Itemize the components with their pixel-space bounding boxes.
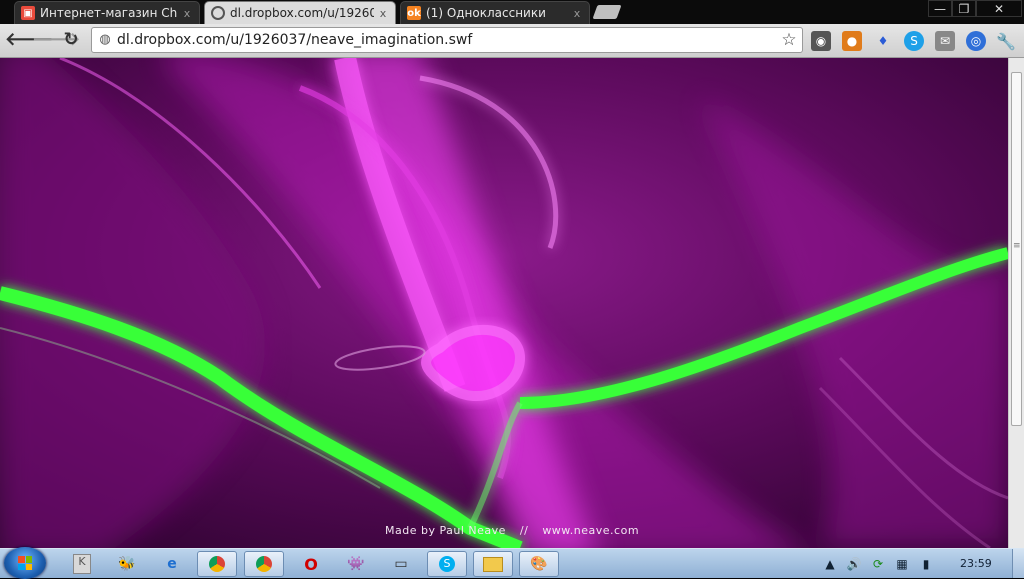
tab-title: dl.dropbox.com/u/1926037 [230,6,374,20]
back-button[interactable]: 🡐 [5,29,53,51]
tab-odnoklassniki[interactable]: ok (1) Одноклассники x [400,1,590,24]
paint-icon[interactable]: 🎨 [519,551,559,577]
flash-content[interactable]: Made by Paul Neave // www.neave.com [0,58,1008,548]
tab-title: Интернет-магазин Chrome [40,6,178,20]
loading-spinner-icon [211,6,225,20]
clock[interactable]: 23:59 [960,557,992,570]
start-button[interactable] [4,547,46,579]
address-bar-url[interactable]: dl.dropbox.com/u/1926037/neave_imaginati… [117,32,780,48]
pinned-app-icon[interactable]: 🐝 [107,551,147,577]
reload-button[interactable]: ↻ [60,29,82,51]
address-bar[interactable]: ◍ dl.dropbox.com/u/1926037/neave_imagina… [91,27,803,53]
windows-taskbar: K 🐝 e O 👾 ▭ S 🎨 ▲ 🔊 ⟳ ▦ ▮ 23:59 [0,547,1024,579]
new-tab-button[interactable] [592,5,622,19]
credit-site-link[interactable]: www.neave.com [542,524,639,537]
windows-logo-icon [18,556,32,570]
network-icon[interactable]: ▦ [894,556,910,572]
page-info-icon: ◍ [99,32,111,47]
window-icon[interactable]: ▭ [381,551,421,577]
microphone-icon[interactable]: ● [842,31,862,51]
internet-explorer-icon[interactable]: e [152,551,192,577]
game-icon[interactable]: 👾 [336,551,376,577]
close-window-button[interactable]: ✕ [976,0,1022,17]
wrench-icon[interactable]: 🔧 [996,31,1016,51]
browser-toolbar: 🡐 🡒 ↻ ◍ dl.dropbox.com/u/1926037/neave_i… [0,24,1024,58]
tab-chrome-web-store[interactable]: ▣ Интернет-магазин Chrome x [14,1,200,24]
chrome-web-store-icon: ▣ [21,6,35,20]
neave-imagination-visual[interactable] [0,58,1008,548]
chrome-icon[interactable] [197,551,237,577]
camera-icon[interactable]: ◉ [811,31,831,51]
chrome-alt-icon[interactable] [244,551,284,577]
skype-icon[interactable]: S [904,31,924,51]
scrollbar-thumb[interactable] [1011,72,1022,426]
tab-close-icon[interactable]: x [571,7,583,20]
tab-close-icon[interactable]: x [377,7,389,20]
credit-author: Made by Paul Neave [385,524,506,537]
credit-separator: // [519,524,529,537]
minimize-button[interactable]: — [928,0,952,17]
voice-search-icon[interactable]: ♦ [873,31,893,51]
show-desktop-button[interactable] [1012,549,1024,578]
odnoklassniki-icon: ok [407,6,421,20]
update-icon[interactable]: ⟳ [870,556,886,572]
kaspersky-icon[interactable]: K [62,551,102,577]
credit-text: Made by Paul Neave // www.neave.com [385,524,649,537]
volume-icon[interactable]: 🔊 [846,556,862,572]
show-hidden-icons-icon[interactable]: ▲ [822,556,838,572]
bookmark-star-icon[interactable]: ☆ [780,30,798,50]
tab-title: (1) Одноклассники [426,6,546,20]
vertical-scrollbar[interactable] [1008,58,1024,548]
power-icon[interactable]: ▮ [918,556,934,572]
mail-icon[interactable]: ✉ [935,31,955,51]
tab-close-icon[interactable]: x [181,7,193,20]
forward-button[interactable]: 🡒 [32,29,80,51]
explorer-icon[interactable] [473,551,513,577]
tab-strip: ▣ Интернет-магазин Chrome x dl.dropbox.c… [0,0,1024,24]
tab-dropbox[interactable]: dl.dropbox.com/u/1926037 x [204,1,396,24]
maximize-button[interactable]: ❐ [952,0,976,17]
opera-icon[interactable]: O [291,551,331,577]
skype-icon[interactable]: S [427,551,467,577]
chrome-sync-icon[interactable]: ◎ [966,31,986,51]
reload-icon: ↻ [63,29,79,50]
